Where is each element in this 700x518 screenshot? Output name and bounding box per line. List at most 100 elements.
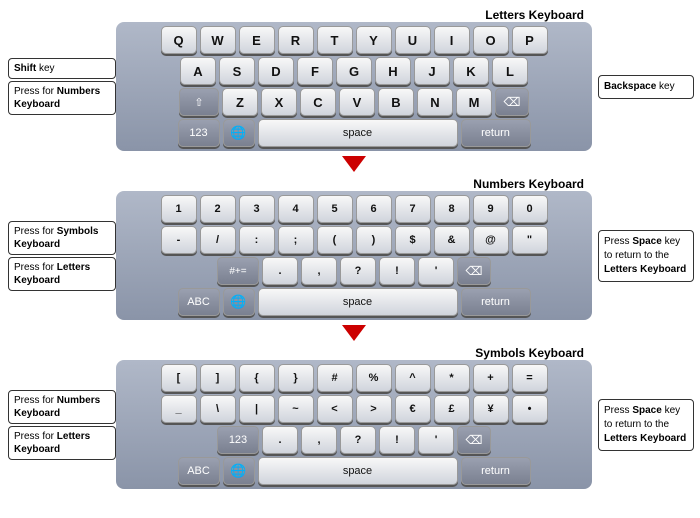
- key-5[interactable]: 5: [317, 195, 353, 223]
- key-8[interactable]: 8: [434, 195, 470, 223]
- key-slash[interactable]: /: [200, 226, 236, 254]
- key-a[interactable]: A: [180, 57, 216, 85]
- press-numbers-label-1: Press for Numbers Keyboard: [8, 81, 116, 115]
- key-yen[interactable]: ¥: [473, 395, 509, 423]
- key-gt[interactable]: >: [356, 395, 392, 423]
- key-t[interactable]: T: [317, 26, 353, 54]
- key-backspace-s[interactable]: ⌫: [457, 426, 491, 454]
- key-space-numbers[interactable]: space: [258, 288, 458, 316]
- key-abc-numbers[interactable]: ABC: [178, 288, 220, 316]
- key-space-letters[interactable]: space: [258, 119, 458, 147]
- key-z[interactable]: Z: [222, 88, 258, 116]
- key-colon[interactable]: :: [239, 226, 275, 254]
- key-plus[interactable]: +: [473, 364, 509, 392]
- key-euro[interactable]: €: [395, 395, 431, 423]
- key-backspace[interactable]: ⌫: [495, 88, 529, 116]
- key-backslash[interactable]: \: [200, 395, 236, 423]
- key-period-n[interactable]: .: [262, 257, 298, 285]
- key-9[interactable]: 9: [473, 195, 509, 223]
- key-globe-letters[interactable]: 🌐: [223, 119, 255, 147]
- key-star[interactable]: *: [434, 364, 470, 392]
- key-exclaim-n[interactable]: !: [379, 257, 415, 285]
- key-return-numbers[interactable]: return: [461, 288, 531, 316]
- key-rbracket[interactable]: ]: [200, 364, 236, 392]
- key-0[interactable]: 0: [512, 195, 548, 223]
- key-bullet[interactable]: •: [512, 395, 548, 423]
- key-e[interactable]: E: [239, 26, 275, 54]
- key-abc-symbols[interactable]: ABC: [178, 457, 220, 485]
- key-rcurly[interactable]: }: [278, 364, 314, 392]
- key-hash[interactable]: #: [317, 364, 353, 392]
- key-minus[interactable]: -: [161, 226, 197, 254]
- key-w[interactable]: W: [200, 26, 236, 54]
- key-m[interactable]: M: [456, 88, 492, 116]
- key-comma-n[interactable]: ,: [301, 257, 337, 285]
- key-123-letters[interactable]: 123: [178, 119, 220, 147]
- key-q[interactable]: Q: [161, 26, 197, 54]
- key-pound[interactable]: £: [434, 395, 470, 423]
- key-4[interactable]: 4: [278, 195, 314, 223]
- key-amp[interactable]: &: [434, 226, 470, 254]
- key-123-symbols[interactable]: 123: [217, 426, 259, 454]
- key-lcurly[interactable]: {: [239, 364, 275, 392]
- key-1[interactable]: 1: [161, 195, 197, 223]
- key-s[interactable]: S: [219, 57, 255, 85]
- key-comma-s[interactable]: ,: [301, 426, 337, 454]
- key-dollar[interactable]: $: [395, 226, 431, 254]
- key-question-s[interactable]: ?: [340, 426, 376, 454]
- key-g[interactable]: G: [336, 57, 372, 85]
- key-lparen[interactable]: (: [317, 226, 353, 254]
- letters-keyboard-body: Q W E R T Y U I O P A S D F G H: [116, 22, 592, 151]
- key-exclaim-s[interactable]: !: [379, 426, 415, 454]
- key-j[interactable]: J: [414, 57, 450, 85]
- key-n[interactable]: N: [417, 88, 453, 116]
- key-h[interactable]: H: [375, 57, 411, 85]
- key-2[interactable]: 2: [200, 195, 236, 223]
- press-symbols-label: Press for Symbols Keyboard: [8, 221, 116, 255]
- key-x[interactable]: X: [261, 88, 297, 116]
- key-underscore[interactable]: _: [161, 395, 197, 423]
- key-period-s[interactable]: .: [262, 426, 298, 454]
- key-r[interactable]: R: [278, 26, 314, 54]
- key-lt[interactable]: <: [317, 395, 353, 423]
- key-semicolon[interactable]: ;: [278, 226, 314, 254]
- key-space-symbols[interactable]: space: [258, 457, 458, 485]
- key-o[interactable]: O: [473, 26, 509, 54]
- key-globe-symbols[interactable]: 🌐: [223, 457, 255, 485]
- key-l[interactable]: L: [492, 57, 528, 85]
- key-globe-numbers[interactable]: 🌐: [223, 288, 255, 316]
- key-tilde[interactable]: ~: [278, 395, 314, 423]
- key-b[interactable]: B: [378, 88, 414, 116]
- key-v[interactable]: V: [339, 88, 375, 116]
- key-backspace-n[interactable]: ⌫: [457, 257, 491, 285]
- key-pipe[interactable]: |: [239, 395, 275, 423]
- key-question-n[interactable]: ?: [340, 257, 376, 285]
- key-c[interactable]: C: [300, 88, 336, 116]
- key-sym-numbers[interactable]: #+=: [217, 257, 259, 285]
- key-6[interactable]: 6: [356, 195, 392, 223]
- key-u[interactable]: U: [395, 26, 431, 54]
- key-rparen[interactable]: ): [356, 226, 392, 254]
- key-apos-s[interactable]: ': [418, 426, 454, 454]
- symbols-row-2: _ \ | ~ < > € £ ¥ •: [120, 395, 588, 423]
- key-k[interactable]: K: [453, 57, 489, 85]
- key-p[interactable]: P: [512, 26, 548, 54]
- key-lbracket[interactable]: [: [161, 364, 197, 392]
- key-shift[interactable]: ⇧: [179, 88, 219, 116]
- key-apos-n[interactable]: ': [418, 257, 454, 285]
- key-7[interactable]: 7: [395, 195, 431, 223]
- press-letters-label-1: Press for Letters Keyboard: [8, 257, 116, 291]
- key-return-letters[interactable]: return: [461, 119, 531, 147]
- letters-keyboard-section: Shift key Press for Numbers Keyboard Q W…: [8, 22, 692, 151]
- key-f[interactable]: F: [297, 57, 333, 85]
- key-at[interactable]: @: [473, 226, 509, 254]
- key-y[interactable]: Y: [356, 26, 392, 54]
- key-return-symbols[interactable]: return: [461, 457, 531, 485]
- key-quote[interactable]: ": [512, 226, 548, 254]
- key-3[interactable]: 3: [239, 195, 275, 223]
- key-d[interactable]: D: [258, 57, 294, 85]
- key-i[interactable]: I: [434, 26, 470, 54]
- key-equals[interactable]: =: [512, 364, 548, 392]
- key-caret[interactable]: ^: [395, 364, 431, 392]
- key-percent[interactable]: %: [356, 364, 392, 392]
